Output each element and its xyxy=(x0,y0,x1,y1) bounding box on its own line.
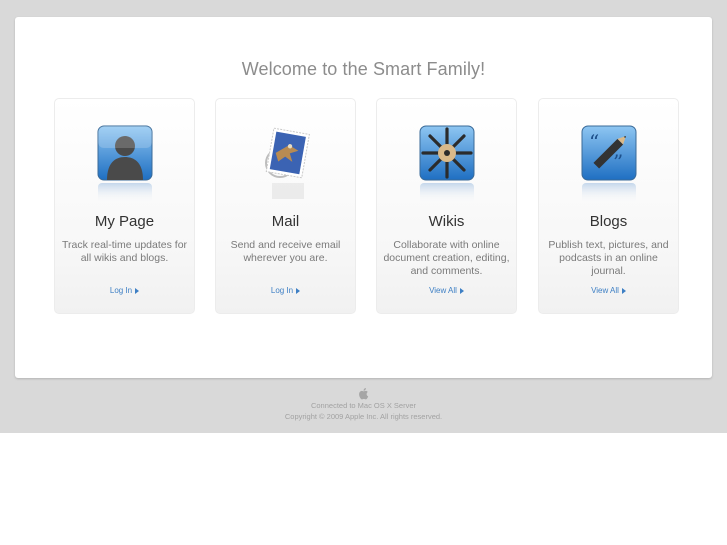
svg-text:”: ” xyxy=(613,150,623,174)
icon-reflection xyxy=(97,183,153,203)
view-all-link[interactable]: View All xyxy=(539,286,678,295)
login-link[interactable]: Log In xyxy=(216,286,355,295)
link-label[interactable]: View All xyxy=(591,286,619,295)
pencil-quote-icon[interactable]: “ ” xyxy=(581,125,637,181)
card-description: Collaborate with online document creatio… xyxy=(383,239,510,277)
welcome-panel: Welcome to the Smart Family! My Page Tra… xyxy=(15,17,712,378)
card-blogs[interactable]: “ ” Blogs Publish text, pictures, and po… xyxy=(538,98,679,314)
link-label[interactable]: Log In xyxy=(271,286,293,295)
card-title: Wikis xyxy=(428,213,465,230)
login-link[interactable]: Log In xyxy=(55,286,194,295)
copyright-text: Copyright © 2009 Apple Inc. All rights r… xyxy=(284,412,443,421)
page-title: Welcome to the Smart Family! xyxy=(241,59,486,79)
icon-reflection xyxy=(258,183,314,203)
svg-text:“: “ xyxy=(589,130,599,154)
apple-logo-icon xyxy=(358,388,368,400)
person-silhouette-icon[interactable] xyxy=(97,125,153,181)
arrow-right-icon xyxy=(296,287,301,294)
link-label[interactable]: Log In xyxy=(110,286,132,295)
mail-stamp-eagle-icon[interactable] xyxy=(258,125,314,181)
view-all-link[interactable]: View All xyxy=(377,286,516,295)
card-mail[interactable]: Mail Send and receive email wherever you… xyxy=(215,98,356,314)
link-label[interactable]: View All xyxy=(429,286,457,295)
arrow-right-icon xyxy=(459,287,464,294)
server-status-text: Connected to Mac OS X Server xyxy=(310,401,417,410)
pencils-circle-icon[interactable] xyxy=(419,125,475,181)
icon-reflection xyxy=(581,183,637,203)
card-my-page[interactable]: My Page Track real-time updates for all … xyxy=(54,98,195,314)
card-title: Mail xyxy=(271,213,300,230)
card-description: Track real-time updates for all wikis an… xyxy=(61,239,188,264)
card-title: My Page xyxy=(94,213,155,230)
arrow-right-icon xyxy=(135,287,140,294)
arrow-right-icon xyxy=(621,287,626,294)
card-description: Publish text, pictures, and podcasts in … xyxy=(548,239,669,277)
icon-reflection xyxy=(419,183,475,203)
card-title: Blogs xyxy=(589,213,628,230)
footer: Connected to Mac OS X Server Copyright ©… xyxy=(0,387,727,422)
card-description: Send and receive email wherever you are. xyxy=(230,239,341,264)
card-wikis[interactable]: Wikis Collaborate with online document c… xyxy=(376,98,517,314)
